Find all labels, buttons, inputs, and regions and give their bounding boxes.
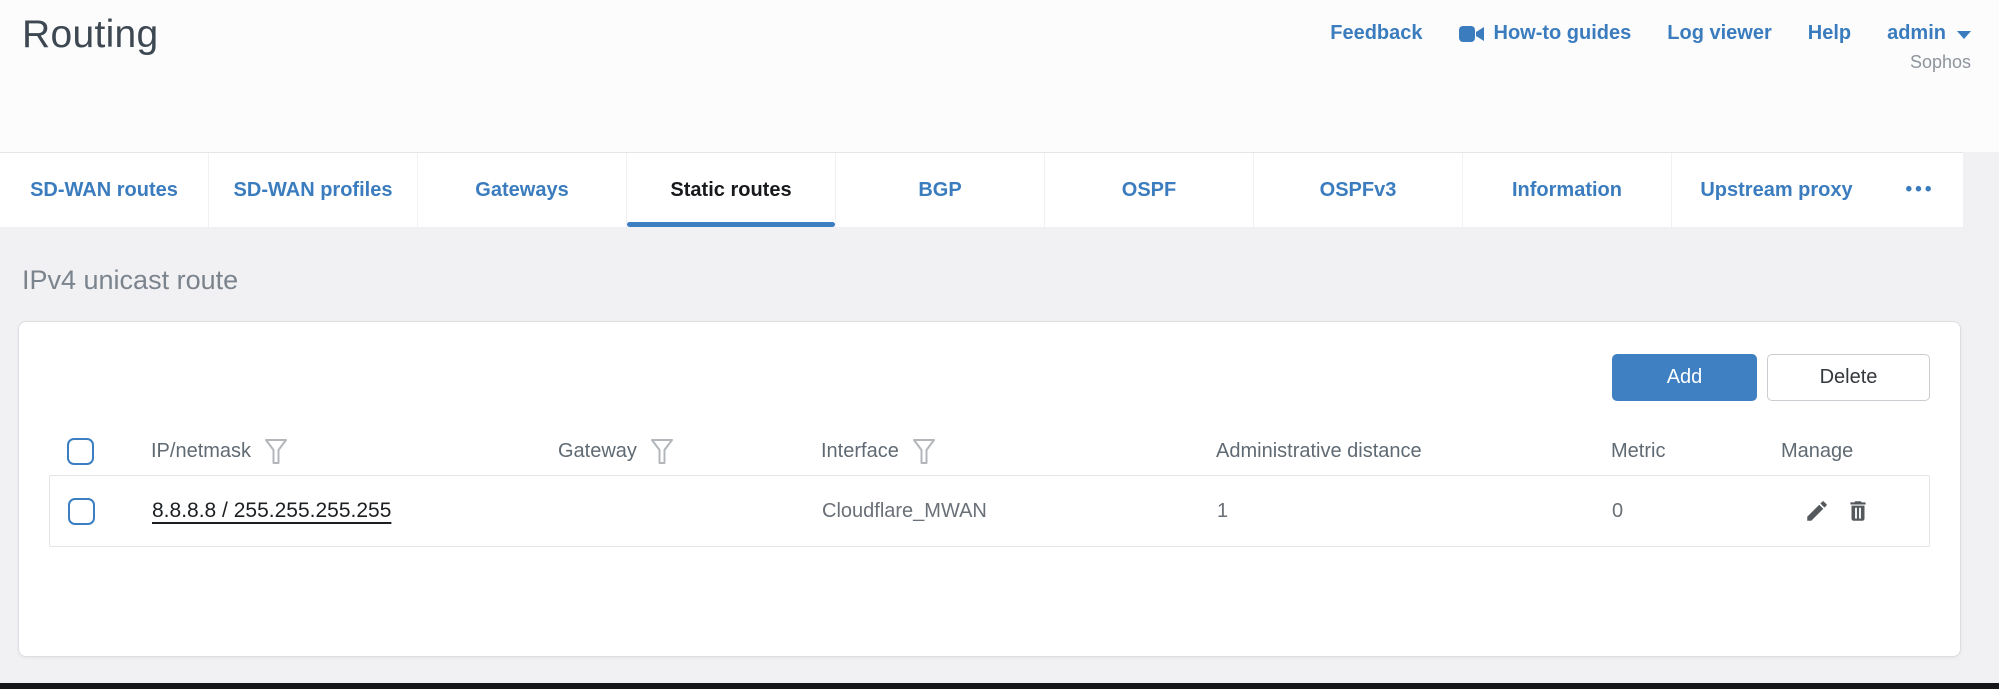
- column-label: Gateway: [558, 440, 637, 463]
- ip-netmask-cell: 8.8.8.8 / 255.255.255.255: [117, 499, 524, 523]
- brand-label: Sophos: [1910, 52, 1971, 73]
- window-bottom-edge: [0, 683, 1999, 689]
- feedback-link[interactable]: Feedback: [1330, 22, 1422, 45]
- header-links: Feedback How-to guides Log viewer Help a…: [1330, 22, 1971, 45]
- feedback-link-label: Feedback: [1330, 22, 1422, 45]
- header-checkbox-cell: [49, 438, 116, 465]
- tab-sdwan-profiles[interactable]: SD-WAN profiles: [209, 153, 418, 227]
- tab-information[interactable]: Information: [1463, 153, 1672, 227]
- column-header-gateway: Gateway: [523, 436, 786, 466]
- video-camera-icon: [1459, 24, 1485, 44]
- metric-value: 0: [1612, 500, 1623, 523]
- user-menu[interactable]: admin: [1887, 22, 1971, 45]
- manage-cell: [1747, 498, 1929, 524]
- log-viewer-label: Log viewer: [1667, 22, 1771, 45]
- tab-label: Gateways: [475, 179, 568, 202]
- help-link[interactable]: Help: [1808, 22, 1851, 45]
- tab-label: SD-WAN routes: [30, 179, 178, 202]
- header-utility-area: Feedback How-to guides Log viewer Help a…: [1330, 12, 1971, 73]
- interface-cell: Cloudflare_MWAN: [787, 500, 1182, 523]
- routes-card: Add Delete IP/netmask Gateway Interfac: [18, 321, 1961, 657]
- tab-label: Information: [1512, 179, 1622, 202]
- how-to-guides-label: How-to guides: [1494, 22, 1632, 45]
- row-checkbox[interactable]: [68, 498, 95, 525]
- tab-label: OSPF: [1122, 179, 1176, 202]
- tab-gateways[interactable]: Gateways: [418, 153, 627, 227]
- metric-cell: 0: [1577, 500, 1747, 523]
- route-link[interactable]: 8.8.8.8 / 255.255.255.255: [152, 499, 391, 523]
- delete-row-button[interactable]: [1845, 498, 1871, 524]
- row-checkbox-cell: [50, 498, 117, 525]
- add-button[interactable]: Add: [1612, 354, 1757, 401]
- ellipsis-icon: •••: [1906, 179, 1935, 201]
- tab-ospf[interactable]: OSPF: [1045, 153, 1254, 227]
- funnel-icon[interactable]: [264, 438, 288, 466]
- tab-label: Static routes: [670, 179, 791, 202]
- column-label: Manage: [1781, 440, 1853, 463]
- funnel-icon[interactable]: [650, 438, 674, 466]
- column-label: Administrative distance: [1216, 440, 1422, 463]
- tab-sdwan-routes[interactable]: SD-WAN routes: [0, 153, 209, 227]
- section-title: IPv4 unicast route: [22, 265, 1999, 296]
- how-to-guides-link[interactable]: How-to guides: [1459, 22, 1632, 45]
- tab-ospfv3[interactable]: OSPFv3: [1254, 153, 1463, 227]
- funnel-icon[interactable]: [912, 438, 936, 466]
- chevron-down-icon: [1957, 31, 1971, 39]
- user-menu-label: admin: [1887, 22, 1946, 45]
- help-label: Help: [1808, 22, 1851, 45]
- column-header-metric: Metric: [1576, 440, 1746, 463]
- column-header-manage: Manage: [1746, 440, 1930, 463]
- select-all-checkbox[interactable]: [67, 438, 94, 465]
- table-row: 8.8.8.8 / 255.255.255.255 Cloudflare_MWA…: [49, 475, 1930, 547]
- tab-upstream-proxy[interactable]: Upstream proxy: [1672, 153, 1881, 227]
- tab-label: SD-WAN profiles: [234, 179, 393, 202]
- column-header-ip-netmask: IP/netmask: [116, 436, 523, 466]
- page-header: Routing Feedback How-to guides Log viewe…: [0, 0, 1999, 152]
- column-label: IP/netmask: [151, 440, 251, 463]
- column-header-interface: Interface: [786, 436, 1181, 466]
- edit-row-button[interactable]: [1804, 498, 1830, 524]
- column-label: Metric: [1611, 440, 1665, 463]
- tab-static-routes[interactable]: Static routes: [627, 153, 836, 227]
- tab-label: BGP: [918, 179, 961, 202]
- tab-label: Upstream proxy: [1700, 179, 1852, 202]
- tab-bgp[interactable]: BGP: [836, 153, 1045, 227]
- admin-distance-cell: 1: [1182, 500, 1577, 523]
- interface-value: Cloudflare_MWAN: [822, 500, 987, 523]
- pencil-icon: [1804, 498, 1830, 524]
- more-tabs-button[interactable]: •••: [1881, 153, 1959, 227]
- table-header-row: IP/netmask Gateway Interface Administrat…: [49, 428, 1930, 474]
- log-viewer-link[interactable]: Log viewer: [1667, 22, 1771, 45]
- content-area: IPv4 unicast route Add Delete IP/netmask…: [0, 227, 1999, 657]
- tab-label: OSPFv3: [1320, 179, 1397, 202]
- routing-tabbar: SD-WAN routes SD-WAN profiles Gateways S…: [0, 152, 1963, 227]
- admin-distance-value: 1: [1217, 500, 1228, 523]
- trash-icon: [1845, 498, 1871, 524]
- page-title: Routing: [22, 12, 159, 59]
- delete-button[interactable]: Delete: [1767, 354, 1930, 401]
- table-toolbar: Add Delete: [49, 354, 1930, 401]
- column-label: Interface: [821, 440, 899, 463]
- column-header-admin-distance: Administrative distance: [1181, 440, 1576, 463]
